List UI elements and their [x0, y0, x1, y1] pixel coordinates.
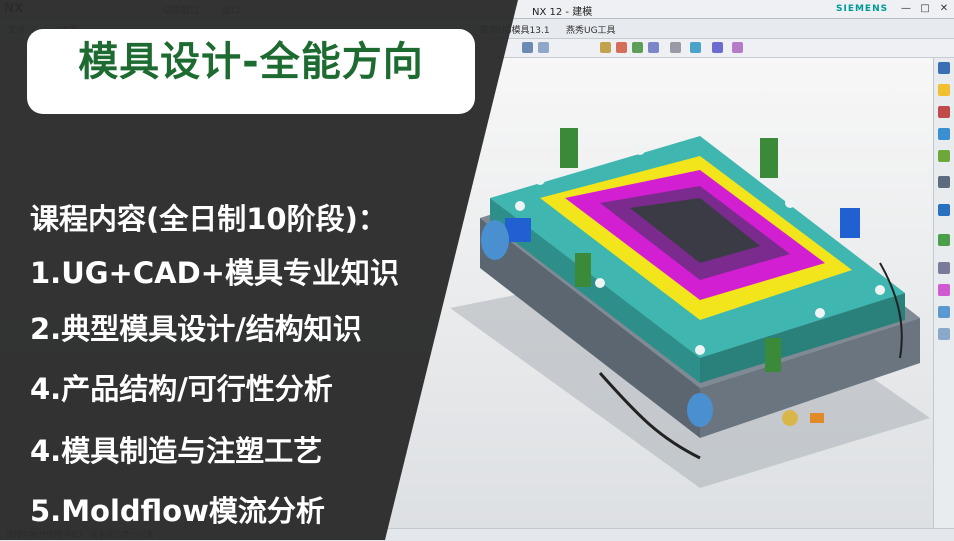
fit-view-icon[interactable]: [600, 42, 611, 53]
document-title: NX 12 - 建模: [532, 7, 593, 18]
course-item-2: 2.典型模具设计/结构知识: [30, 312, 362, 346]
clock-icon[interactable]: [938, 262, 950, 274]
siemens-logo: SIEMENS: [836, 4, 889, 14]
resource-bar: [933, 58, 954, 528]
tab-file[interactable]: 文件: [8, 23, 26, 36]
settings-icon[interactable]: [938, 62, 950, 74]
app-logo: NX: [4, 1, 24, 15]
history-icon[interactable]: [938, 234, 950, 246]
view-manager-icon[interactable]: [938, 176, 950, 188]
reuse-library-icon[interactable]: [938, 150, 950, 162]
close-button[interactable]: ✕: [937, 2, 951, 15]
part-navigator-icon[interactable]: [938, 128, 950, 140]
tab-yanxiu-tools[interactable]: 燕秀UG工具: [566, 23, 616, 36]
course-item-1: 1.UG+CAD+模具专业知识: [30, 256, 399, 290]
add-icon[interactable]: [522, 42, 533, 53]
assembly-navigator-icon[interactable]: [938, 84, 950, 96]
render-style-icon[interactable]: [670, 42, 681, 53]
course-title: 模具设计-全能方向: [78, 39, 424, 85]
minimize-button[interactable]: —: [899, 2, 913, 15]
orient-view-icon[interactable]: [690, 42, 701, 53]
course-item-3: 4.产品结构/可行性分析: [30, 372, 333, 406]
rotate-icon[interactable]: [632, 42, 643, 53]
title-bar: NX 切换窗口 窗口 NX 12 - 建模 SIEMENS — □ ✕: [0, 0, 954, 19]
pan-icon[interactable]: [648, 42, 659, 53]
zoom-icon[interactable]: [616, 42, 627, 53]
title-card: 模具设计-全能方向: [27, 29, 475, 114]
select-icon[interactable]: [538, 42, 549, 53]
maximize-button[interactable]: □: [918, 2, 932, 15]
view-cube-icon[interactable]: [712, 42, 723, 53]
window-menu[interactable]: 窗口: [222, 3, 240, 16]
status-text: 选择对象并使用 MB3，或者双击某一对象: [6, 530, 155, 539]
web-browser-icon[interactable]: [938, 204, 950, 216]
constraint-navigator-icon[interactable]: [938, 106, 950, 118]
tab-yanxiu-mold[interactable]: 燕秀UG模具13.1: [480, 23, 550, 36]
course-item-4: 4.模具制造与注塑工艺: [30, 434, 323, 468]
layer-icon[interactable]: [732, 42, 743, 53]
palette-icon[interactable]: [938, 284, 950, 296]
switch-window-button[interactable]: 切换窗口: [163, 3, 199, 16]
system-materials-icon[interactable]: [938, 328, 950, 340]
roles-icon[interactable]: [938, 306, 950, 318]
course-heading: 课程内容(全日制10阶段)：: [30, 202, 387, 236]
course-item-5: 5.Moldflow模流分析: [30, 494, 325, 528]
